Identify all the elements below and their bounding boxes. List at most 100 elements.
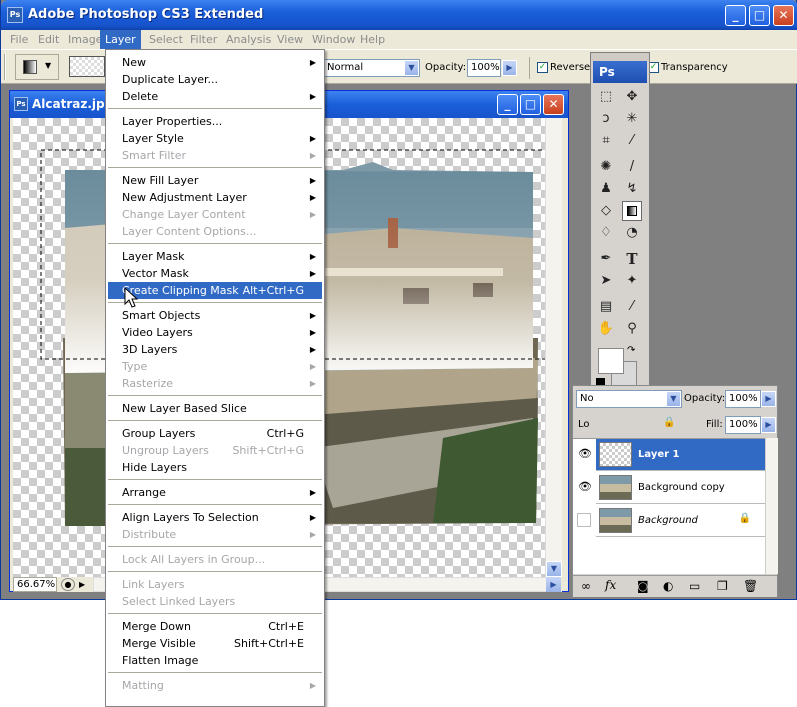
menu-help[interactable]: Help — [360, 33, 385, 46]
menu-item-align-layers-to-selection[interactable]: Align Layers To Selection ▶ — [108, 509, 322, 526]
opacity-slider-arrow-icon[interactable]: ▶ — [502, 60, 517, 76]
marquee-tool-icon[interactable]: ⬚ — [596, 87, 616, 107]
history-brush-tool-icon[interactable]: ↯ — [622, 179, 642, 199]
magic-wand-tool-icon[interactable]: ✳ — [622, 109, 642, 129]
fill-input[interactable]: 100% — [725, 416, 761, 434]
doc-maximize-button[interactable]: □ — [520, 94, 541, 115]
menu-image[interactable]: Image — [68, 33, 102, 46]
crop-tool-icon[interactable]: ⌗ — [596, 131, 616, 151]
pen-tool-icon[interactable]: ✒ — [596, 249, 616, 269]
menu-filter[interactable]: Filter — [190, 33, 217, 46]
swap-colors-icon[interactable]: ↷ — [627, 345, 635, 356]
menu-layer[interactable]: Layer — [100, 30, 141, 49]
layer-opacity-input[interactable]: 100% — [725, 390, 761, 408]
hand-tool-icon[interactable]: ✋ — [596, 319, 616, 339]
menu-item-video-layers[interactable]: Video Layers ▶ — [108, 324, 322, 341]
menu-item-smart-objects[interactable]: Smart Objects ▶ — [108, 307, 322, 324]
layer-blend-mode-select[interactable]: No ▼ — [576, 390, 682, 408]
menu-item-layer-mask[interactable]: Layer Mask ▶ — [108, 248, 322, 265]
menu-separator — [108, 167, 322, 168]
layers-scrollbar[interactable] — [765, 438, 778, 574]
blur-tool-icon[interactable]: ♢ — [596, 223, 616, 243]
menu-item-vector-mask[interactable]: Vector Mask ▶ — [108, 265, 322, 282]
menu-item-hide-layers[interactable]: Hide Layers — [108, 459, 322, 476]
healing-brush-tool-icon[interactable]: ✺ — [596, 157, 616, 177]
menu-item-new-layer-based-slice[interactable]: New Layer Based Slice — [108, 400, 322, 417]
title-bar[interactable]: Ps Adobe Photoshop CS3 Extended _ □ ✕ — [1, 0, 797, 30]
layer-row[interactable]: Background copy — [596, 472, 765, 504]
blend-mode-select[interactable]: Normal ▼ — [323, 59, 420, 77]
scroll-down-arrow-icon[interactable]: ▼ — [546, 561, 562, 577]
menu-item-layer-properties[interactable]: Layer Properties... — [108, 113, 322, 130]
layer-visibility-eye-icon[interactable] — [577, 513, 591, 527]
move-tool-icon[interactable]: ✥ — [622, 87, 642, 107]
foreground-color-swatch[interactable] — [598, 348, 624, 374]
layer-row[interactable]: Background 🔒 — [596, 505, 765, 537]
doc-close-button[interactable]: ✕ — [543, 94, 564, 115]
clone-stamp-tool-icon[interactable]: ♟ — [596, 179, 616, 199]
tool-preset-picker[interactable]: ▼ — [15, 54, 59, 80]
notes-tool-icon[interactable]: ▤ — [596, 297, 616, 317]
menu-window[interactable]: Window — [312, 33, 355, 46]
status-info-icon[interactable]: ● — [61, 578, 75, 591]
menu-item-merge-down[interactable]: Merge Down Ctrl+E — [108, 618, 322, 635]
menu-item-label: Type — [122, 360, 148, 373]
menu-item-create-clipping-mask[interactable]: Create Clipping Mask Alt+Ctrl+G — [108, 282, 322, 299]
menu-item-layer-style[interactable]: Layer Style ▶ — [108, 130, 322, 147]
layer-row[interactable]: Layer 1 — [596, 439, 765, 471]
zoom-level-field[interactable]: 66.67% — [13, 577, 57, 592]
menu-item-new-fill-layer[interactable]: New Fill Layer ▶ — [108, 172, 322, 189]
path-selection-tool-icon[interactable]: ➤ — [596, 271, 616, 291]
menu-item-new[interactable]: New ▶ — [108, 54, 322, 71]
menu-file[interactable]: File — [10, 33, 28, 46]
brush-tool-icon[interactable]: / — [622, 157, 642, 177]
layer-visibility-eye-icon[interactable]: 👁 — [577, 447, 593, 463]
gradient-tool-icon[interactable] — [622, 201, 642, 221]
menu-item-new-adjustment-layer[interactable]: New Adjustment Layer ▶ — [108, 189, 322, 206]
minimize-button[interactable]: _ — [725, 5, 746, 26]
opacity-input[interactable]: 100% — [467, 59, 501, 77]
eyedropper-tool-icon[interactable]: ⁄ — [622, 297, 642, 317]
menu-item-arrange[interactable]: Arrange ▶ — [108, 484, 322, 501]
layer-style-icon[interactable]: fx — [605, 578, 616, 592]
lock-all-icon[interactable]: 🔒 — [663, 417, 675, 428]
scroll-right-arrow-icon[interactable]: ▶ — [546, 577, 561, 592]
link-layers-icon[interactable]: ∞ — [581, 579, 591, 593]
menu-analysis[interactable]: Analysis — [226, 33, 271, 46]
layer-visibility-eye-icon[interactable]: 👁 — [577, 480, 593, 496]
gradient-editor-swatch[interactable] — [69, 56, 105, 77]
slice-tool-icon[interactable]: ⁄ — [622, 131, 642, 151]
delete-layer-icon[interactable]: 🗑 — [743, 579, 758, 593]
type-tool-icon[interactable]: T — [622, 249, 642, 269]
zoom-tool-icon[interactable]: ⚲ — [622, 319, 642, 339]
vertical-scrollbar[interactable]: ▼ — [545, 118, 562, 577]
layer-opacity-arrow-icon[interactable]: ▶ — [761, 391, 776, 407]
menu-edit[interactable]: Edit — [38, 33, 59, 46]
fill-arrow-icon[interactable]: ▶ — [761, 417, 776, 433]
eraser-tool-icon[interactable]: ◇ — [596, 201, 616, 221]
menu-view[interactable]: View — [277, 33, 303, 46]
menu-item-merge-visible[interactable]: Merge Visible Shift+Ctrl+E — [108, 635, 322, 652]
custom-shape-tool-icon[interactable]: ✦ — [622, 271, 642, 291]
adjustment-layer-icon[interactable]: ◐ — [663, 579, 673, 593]
menu-item-flatten-image[interactable]: Flatten Image — [108, 652, 322, 669]
menu-item-delete[interactable]: Delete ▶ — [108, 88, 322, 105]
add-mask-icon[interactable]: ◙ — [637, 579, 649, 593]
menu-item-3d-layers[interactable]: 3D Layers ▶ — [108, 341, 322, 358]
tools-panel-grip[interactable] — [591, 53, 649, 61]
lasso-tool-icon[interactable]: ↄ — [596, 109, 616, 129]
doc-minimize-button[interactable]: _ — [497, 94, 518, 115]
dodge-tool-icon[interactable]: ◔ — [622, 223, 642, 243]
new-layer-icon[interactable]: ❐ — [717, 579, 728, 593]
menu-item-label: Hide Layers — [122, 461, 187, 474]
menu-separator — [108, 504, 322, 505]
reverse-checkbox[interactable]: ✓ — [537, 62, 548, 73]
menu-item-duplicate-layer[interactable]: Duplicate Layer... — [108, 71, 322, 88]
new-group-icon[interactable]: ▭ — [689, 579, 700, 593]
menu-item-group-layers[interactable]: Group Layers Ctrl+G — [108, 425, 322, 442]
maximize-button[interactable]: □ — [749, 5, 770, 26]
menu-select[interactable]: Select — [149, 33, 183, 46]
lock-label: Lo — [578, 419, 590, 430]
status-arrow-icon[interactable]: ▶ — [79, 577, 91, 592]
close-button[interactable]: ✕ — [773, 5, 794, 26]
